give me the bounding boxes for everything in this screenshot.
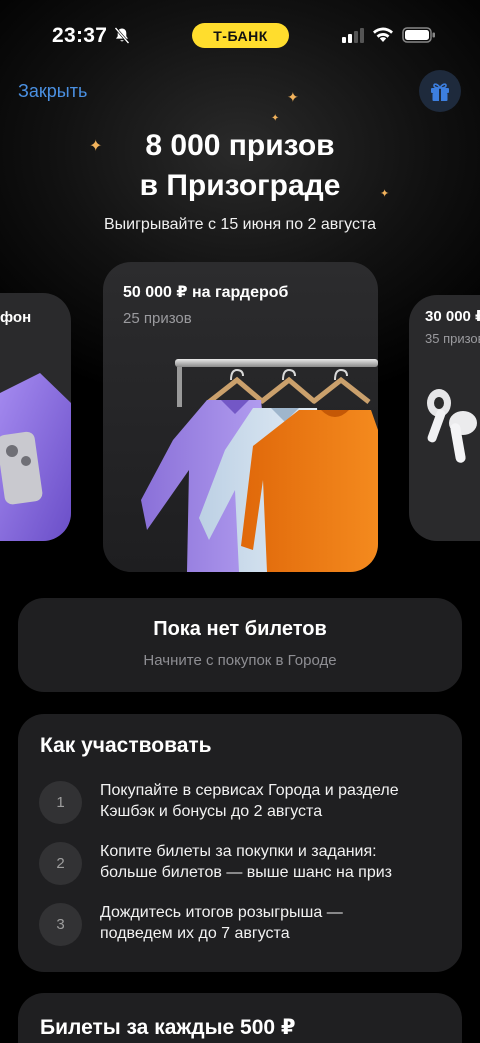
tickets-title: Билеты за каждые 500 ₽ (40, 1016, 296, 1039)
step-item: 1 Покупайте в сервисах Города и разделе … (38, 780, 448, 828)
tickets-per-purchase-card: Билеты за каждые 500 ₽ (18, 993, 462, 1043)
step-number: 1 (39, 781, 82, 824)
prize-title: фон (0, 309, 32, 326)
hero-title-line1: 8 000 призов (145, 129, 335, 162)
gift-icon (431, 83, 449, 101)
step-number: 3 (39, 903, 82, 946)
prize-count: 25 призов (123, 310, 192, 327)
step-text-line: Дождитесь итогов розыгрыша — (100, 904, 343, 921)
no-tickets-subtitle: Начните с покупок в Городе (143, 652, 337, 669)
step-text-line: Кэшбэк и бонусы до 2 августа (100, 803, 323, 820)
battery-icon (402, 27, 435, 43)
step-text-line: подведем их до 7 августа (100, 925, 290, 942)
sparkle-icon: ✦ (271, 113, 280, 124)
phone-image (0, 373, 71, 541)
bell-slash-icon (114, 27, 130, 44)
prize-city-screen: 23:37 Т-БАНК Закрыть ✦ ✦ ✦ ✦ 8 000 призо… (0, 0, 480, 1043)
step-text: Копите билеты за покупки и задания: боль… (100, 841, 450, 883)
step-text-line: Копите билеты за покупки и задания: (100, 843, 377, 860)
earbuds-image (427, 389, 477, 463)
no-tickets-title: Пока нет билетов (153, 618, 327, 640)
hero-title: 8 000 призов в Призограде (0, 126, 480, 206)
close-button[interactable]: Закрыть (18, 81, 87, 102)
how-to-participate-card: Как участвовать 1 Покупайте в сервисах Г… (18, 714, 462, 972)
step-text: Дождитесь итогов розыгрыша — подведем их… (100, 902, 450, 944)
prize-title: 50 000 ₽ на гардероб (123, 284, 289, 301)
step-item: 3 Дождитесь итогов розыгрыша — подведем … (38, 902, 448, 950)
prize-card-earbuds[interactable]: 30 000 ₽ 35 призов (409, 295, 480, 541)
brand-pill: Т-БАНК (192, 23, 289, 48)
clothes-rack-image (141, 359, 378, 572)
status-bar: 23:37 Т-БАНК (0, 0, 480, 70)
prize-count: 35 призов (425, 331, 480, 346)
signal-icon (342, 28, 364, 43)
step-item: 2 Копите билеты за покупки и задания: бо… (38, 841, 448, 889)
gift-button[interactable] (419, 70, 461, 112)
status-time: 23:37 (52, 24, 108, 47)
step-text-line: больше билетов — выше шанс на приз (100, 864, 393, 881)
hero-subtitle: Выигрывайте с 15 июня по 2 августа (103, 216, 376, 233)
prize-card-phone[interactable]: фон (0, 293, 71, 541)
no-tickets-card[interactable]: Пока нет билетов Начните с покупок в Гор… (18, 598, 462, 692)
hero-title-line2: в Призограде (139, 169, 341, 202)
step-text: Покупайте в сервисах Города и разделе Кэ… (100, 780, 450, 822)
prize-title: 30 000 ₽ (425, 308, 480, 325)
prize-card-wardrobe[interactable]: 50 000 ₽ на гардероб 25 призов (103, 262, 378, 572)
sparkle-icon: ✦ (287, 89, 299, 105)
wifi-icon (373, 27, 393, 42)
step-text-line: Покупайте в сервисах Города и разделе (100, 782, 399, 799)
step-number: 2 (39, 842, 82, 885)
how-to-title: Как участвовать (40, 734, 212, 757)
